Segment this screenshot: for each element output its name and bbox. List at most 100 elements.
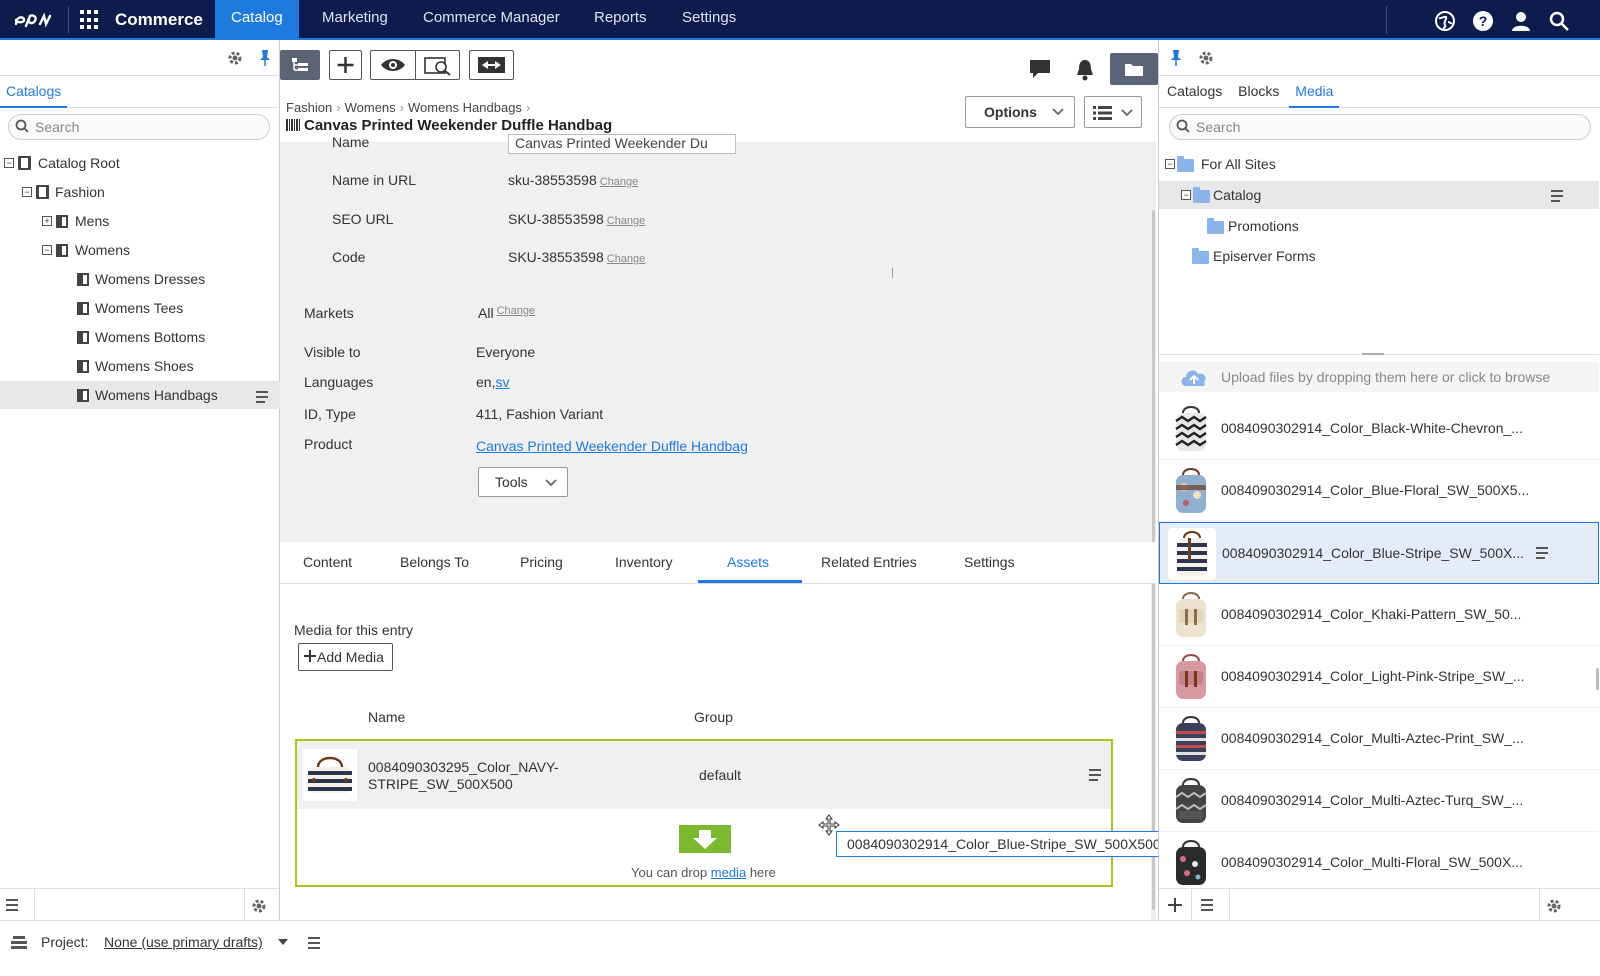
nav-marketing[interactable]: Marketing — [306, 0, 404, 40]
tab-pricing[interactable]: Pricing — [520, 554, 563, 570]
globe-icon[interactable] — [1434, 10, 1456, 32]
plus-icon[interactable] — [1167, 897, 1183, 913]
nav-settings[interactable]: Settings — [666, 0, 752, 40]
compare-view-icon[interactable] — [423, 56, 453, 76]
breadcrumb-item[interactable]: Womens Handbags — [408, 100, 522, 115]
nav-reports[interactable]: Reports — [578, 0, 663, 40]
gear-icon[interactable] — [226, 49, 244, 67]
comments-icon[interactable] — [1028, 58, 1052, 80]
context-menu-icon[interactable] — [256, 391, 272, 403]
tree-node-womens-bottoms[interactable]: Womens Bottoms — [0, 323, 280, 351]
change-link[interactable]: Change — [607, 215, 646, 227]
context-menu-icon[interactable] — [1089, 769, 1105, 781]
language-link-sv[interactable]: sv — [495, 374, 509, 390]
media-item[interactable]: 0084090302914_Color_Multi-Aztec-Turq_SW_… — [1159, 770, 1599, 832]
context-menu-icon[interactable] — [1536, 547, 1552, 559]
media-drop-zone[interactable]: 0084090303295_Color_NAVY- STRIPE_SW_500X… — [295, 739, 1113, 887]
pin-icon[interactable] — [258, 49, 272, 67]
nav-catalog[interactable]: Catalog — [215, 0, 299, 40]
product-link[interactable]: Canvas Printed Weekender Duffle Handbag — [476, 438, 748, 454]
gear-icon[interactable] — [250, 897, 268, 915]
collapse-icon[interactable]: − — [1165, 159, 1175, 169]
preview-eye-icon[interactable] — [379, 57, 407, 73]
list-menu-icon[interactable] — [6, 899, 22, 911]
media-scrollbar-thumb[interactable] — [1596, 668, 1599, 690]
name-input[interactable]: Canvas Printed Weekender Du — [508, 134, 736, 154]
media-item[interactable]: 0084090302914_Color_Multi-Aztec-Print_SW… — [1159, 708, 1599, 770]
tab-related-entries[interactable]: Related Entries — [821, 554, 917, 570]
tab-assets[interactable]: Assets — [727, 554, 769, 570]
media-item-name: 0084090302914_Color_Blue-Floral_SW_500X5… — [1221, 482, 1530, 498]
folder-episerver-forms[interactable]: Episerver Forms — [1159, 242, 1599, 270]
tab-blocks[interactable]: Blocks — [1232, 76, 1285, 106]
media-item[interactable]: 0084090302914_Color_Black-White-Chevron_… — [1159, 398, 1599, 460]
collapse-icon[interactable]: − — [22, 187, 32, 197]
media-item-selected[interactable]: 0084090302914_Color_Blue-Stripe_SW_500X.… — [1159, 522, 1599, 584]
breadcrumb-item[interactable]: Womens — [345, 100, 396, 115]
media-search-input[interactable]: Search — [1169, 114, 1591, 140]
project-menu-icon[interactable] — [308, 937, 324, 949]
change-link[interactable]: Change — [497, 305, 536, 317]
tree-node-mens[interactable]: + Mens — [0, 207, 280, 235]
options-button[interactable]: Options — [965, 96, 1075, 128]
media-row[interactable]: 0084090303295_Color_NAVY- STRIPE_SW_500X… — [297, 741, 1111, 809]
add-button[interactable] — [329, 50, 362, 80]
collapse-icon[interactable]: − — [1181, 190, 1191, 200]
tree-node-womens-dresses[interactable]: Womens Dresses — [0, 265, 280, 293]
gear-icon[interactable] — [1197, 49, 1215, 67]
tree-node-womens[interactable]: − Womens — [0, 236, 280, 264]
left-search-input[interactable]: Search — [8, 114, 270, 140]
collapse-icon[interactable]: − — [4, 158, 14, 168]
list-menu-icon[interactable] — [1201, 899, 1217, 911]
category-icon — [56, 244, 68, 257]
toggle-assets-pane-button[interactable] — [1110, 53, 1158, 85]
tab-settings[interactable]: Settings — [964, 554, 1015, 570]
column-header-group[interactable]: Group — [694, 709, 733, 725]
upload-drop-area[interactable]: Upload files by dropping them here or cl… — [1159, 362, 1599, 392]
tree-node-fashion[interactable]: − Fashion — [0, 178, 280, 206]
toggle-compare-button[interactable] — [469, 50, 514, 80]
media-item[interactable]: 0084090302914_Color_Blue-Floral_SW_500X5… — [1159, 460, 1599, 522]
gear-icon[interactable] — [1545, 897, 1563, 915]
nav-commerce-manager[interactable]: Commerce Manager — [407, 0, 576, 40]
folder-promotions[interactable]: Promotions — [1159, 212, 1599, 240]
help-icon[interactable]: ? — [1472, 10, 1494, 32]
tab-belongs-to[interactable]: Belongs To — [400, 554, 469, 570]
footer-divider — [1229, 889, 1230, 921]
media-item[interactable]: 0084090302914_Color_Khaki-Pattern_SW_50.… — [1159, 584, 1599, 646]
view-mode-button[interactable] — [1084, 96, 1142, 128]
tree-node-womens-handbags[interactable]: Womens Handbags — [0, 381, 280, 409]
search-icon[interactable] — [1548, 10, 1570, 32]
column-header-name[interactable]: Name — [368, 709, 405, 725]
expand-icon[interactable]: + — [42, 216, 52, 226]
media-link[interactable]: media — [711, 865, 746, 880]
notification-bell-icon[interactable] — [1074, 58, 1096, 82]
user-icon[interactable] — [1510, 10, 1532, 32]
tab-catalogs[interactable]: Catalogs — [1161, 76, 1228, 106]
change-link[interactable]: Change — [600, 176, 639, 188]
media-item[interactable]: 0084090302914_Color_Multi-Floral_SW_500X… — [1159, 832, 1599, 888]
tab-inventory[interactable]: Inventory — [615, 554, 673, 570]
pin-icon[interactable] — [1169, 49, 1183, 67]
tree-node-catalog-root[interactable]: − Catalog Root — [0, 149, 280, 177]
collapse-icon[interactable]: − — [42, 245, 52, 255]
change-link[interactable]: Change — [607, 253, 646, 265]
tab-media[interactable]: Media — [1289, 76, 1340, 108]
tree-node-womens-shoes[interactable]: Womens Shoes — [0, 352, 280, 380]
project-selector[interactable]: None (use primary drafts) — [104, 934, 263, 950]
tab-content[interactable]: Content — [303, 554, 352, 570]
splitter-handle[interactable] — [1362, 353, 1384, 355]
add-media-button[interactable]: Add Media — [298, 643, 393, 671]
tab-catalogs[interactable]: Catalogs — [0, 76, 68, 108]
app-grid-icon[interactable] — [80, 10, 100, 30]
context-menu-icon[interactable] — [1551, 190, 1567, 202]
folder-catalog[interactable]: − Catalog — [1159, 181, 1599, 209]
folder-for-all-sites[interactable]: − For All Sites — [1159, 150, 1599, 178]
media-item[interactable]: 0084090302914_Color_Light-Pink-Stripe_SW… — [1159, 646, 1599, 708]
caret-down-icon[interactable] — [278, 939, 288, 945]
episerver-logo[interactable] — [12, 8, 60, 32]
tools-dropdown[interactable]: Tools — [478, 467, 568, 497]
tree-node-womens-tees[interactable]: Womens Tees — [0, 294, 280, 322]
toggle-navigation-button[interactable] — [280, 50, 320, 80]
breadcrumb-item[interactable]: Fashion — [286, 100, 332, 115]
